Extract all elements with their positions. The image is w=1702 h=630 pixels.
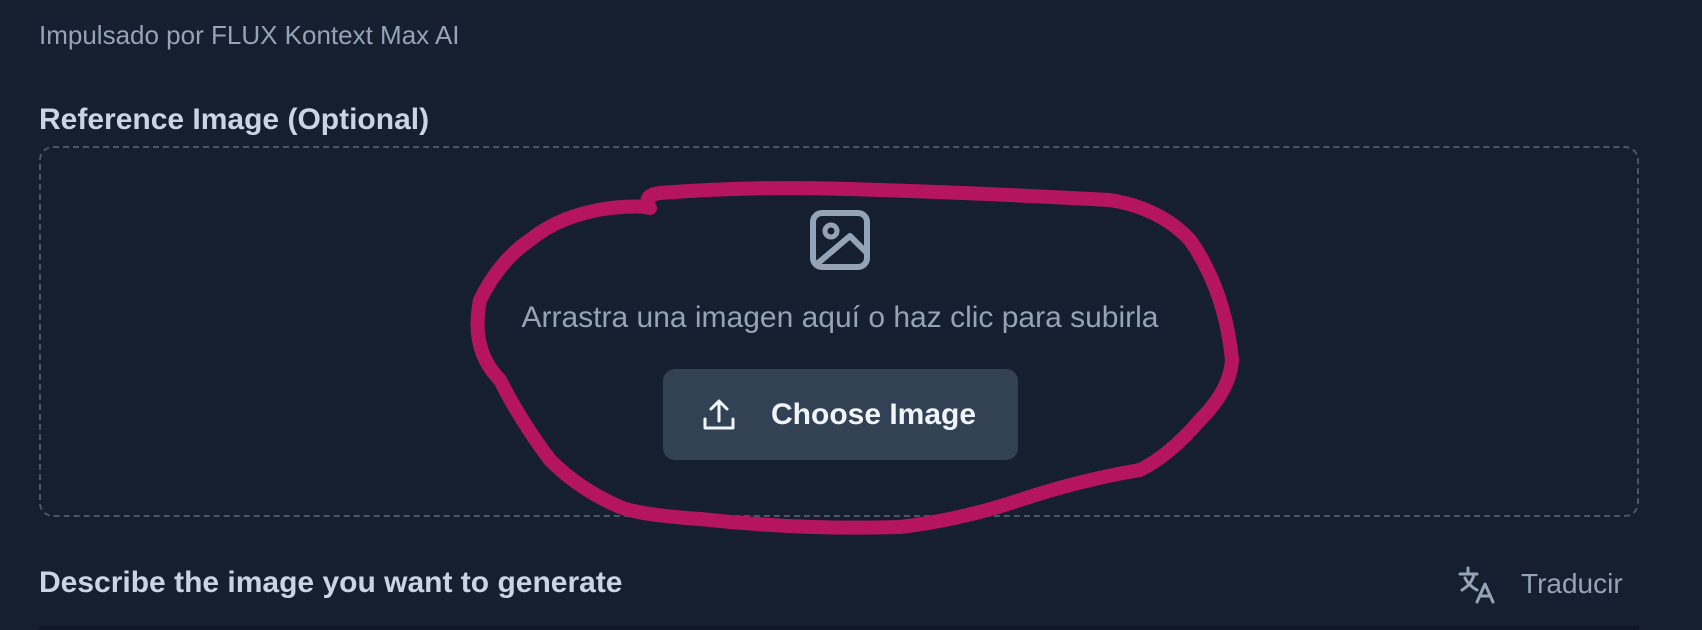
- upload-icon: [701, 397, 737, 433]
- drop-hint-text: Arrastra una imagen aquí o haz clic para…: [521, 301, 1159, 334]
- prompt-input-top-edge: [39, 626, 1639, 630]
- choose-image-label: Choose Image: [771, 397, 977, 431]
- image-icon: [808, 208, 872, 272]
- choose-image-button[interactable]: Choose Image: [663, 369, 1018, 460]
- page: Impulsado por FLUX Kontext Max AI Refere…: [0, 0, 1702, 630]
- translate-icon: [1457, 564, 1497, 604]
- powered-by-text: Impulsado por FLUX Kontext Max AI: [39, 20, 460, 50]
- reference-image-label: Reference Image (Optional): [39, 103, 430, 136]
- translate-button[interactable]: Traducir: [1457, 562, 1623, 606]
- translate-label: Traducir: [1521, 568, 1623, 599]
- prompt-label: Describe the image you want to generate: [39, 566, 623, 599]
